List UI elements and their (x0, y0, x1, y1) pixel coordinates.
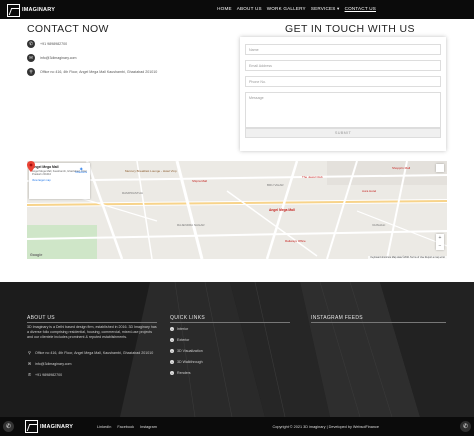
view-larger-map-link[interactable]: View larger map (32, 179, 87, 182)
google-map[interactable]: Angel Mega Mall Angel Mega Mall, Kausham… (27, 161, 447, 259)
bottom-bar: IMAGINARY LinkedIn Facebook Instagram Co… (0, 417, 474, 436)
quick-link-exterior[interactable]: › Exterior (170, 338, 189, 342)
nav-contact-us[interactable]: CONTACT US (345, 6, 376, 12)
map-marker-icon[interactable] (27, 161, 35, 172)
arrow-right-icon: › (170, 338, 174, 342)
footer-logo[interactable]: IMAGINARY (25, 420, 73, 433)
map-roads (27, 161, 447, 259)
call-icon[interactable]: ✆ (3, 421, 14, 432)
footer-about-text: 3D Imaginary is a Delhi based design fir… (27, 325, 157, 340)
linkedin-link[interactable]: LinkedIn (97, 425, 111, 429)
nav-home[interactable]: HOME (217, 6, 232, 12)
contact-address: Office no 416, 4th Floor, Angel Mega Mal… (40, 70, 158, 74)
phone-icon: ✆ (27, 40, 35, 48)
nav-work-gallery[interactable]: WORK GALLERY (267, 6, 306, 12)
contact-phone[interactable]: +91 9898982700 (40, 42, 67, 46)
map-label: RAMPRASTHA (122, 191, 143, 195)
copyright-text: Copyright © 2021 3D imaginary | Develope… (272, 425, 380, 429)
arrow-right-icon: › (170, 327, 174, 331)
logo-mark-icon (7, 3, 20, 17)
directions-label: Directions (75, 171, 87, 174)
quick-link-label: 3D Visualization (177, 349, 203, 353)
contact-title: CONTACT NOW (27, 23, 109, 35)
quick-link-3d-visualization[interactable]: › 3D Visualization (170, 349, 203, 353)
email-icon: ✉ (27, 54, 35, 62)
footer-email-row: ✉ info@3dimaginary.com (27, 361, 72, 366)
contact-phone-row: ✆ +91 9898982700 (27, 40, 67, 48)
footer-divider (27, 322, 157, 323)
arrow-right-icon: › (170, 360, 174, 364)
footer-quick-links-heading: QUICK LINKS (170, 315, 205, 321)
nav-about-us[interactable]: ABOUT US (237, 6, 262, 12)
fullscreen-icon[interactable] (436, 164, 444, 172)
footer-instagram-heading: INSTAGRAM FEEDS (311, 315, 363, 321)
message-field[interactable]: Message (245, 92, 441, 128)
email-field[interactable]: Email Address (245, 60, 441, 71)
zoom-in-button[interactable]: + (436, 234, 444, 242)
map-label: Shipra Mall (192, 179, 208, 183)
phone-field[interactable]: Phone No. (245, 76, 441, 87)
logo-text: IMAGINARY (40, 423, 74, 430)
contact-form: Name Email Address Phone No. Message SUB… (240, 37, 446, 151)
zoom-out-button[interactable]: − (436, 242, 444, 250)
google-logo: Google (30, 253, 43, 257)
top-navbar: IMAGINARY HOME ABOUT US WORK GALLERY SER… (0, 0, 474, 19)
submit-button[interactable]: SUBMIT (245, 128, 441, 138)
map-label: BRIJ VIHAR (267, 183, 284, 187)
social-links: LinkedIn Facebook Instagram (97, 425, 157, 429)
get-in-touch-title: GET IN TOUCH WITH US (285, 23, 415, 35)
quick-link-label: 3D Walkthrough (177, 360, 203, 364)
location-icon: ⚲ (27, 68, 35, 76)
quick-link-renders[interactable]: › Renders (170, 371, 191, 375)
map-label: The Jewel Club (302, 175, 323, 179)
map-label: Mercury Breakfast Lounge - Hotel Vinp (125, 169, 177, 173)
footer-phone-row: ✆ +91 9898982700 (27, 372, 62, 377)
map-attribution[interactable]: Keyboard shortcuts Map data ©2021 Terms … (368, 256, 447, 259)
quick-link-label: Renders (177, 371, 191, 375)
footer-address-row: ⚲ Office no 416, 4th Floor, Angel Mega M… (27, 350, 153, 355)
map-label: Shopprix Mall (392, 166, 411, 170)
map-label: RAJENDRA NAGAR (177, 223, 205, 227)
map-label: Aura Hotel (362, 189, 377, 193)
footer-about-heading: ABOUT US (27, 315, 55, 321)
name-field[interactable]: Name (245, 44, 441, 55)
arrow-right-icon: › (170, 371, 174, 375)
main-nav: HOME ABOUT US WORK GALLERY SERVICES ▾ CO… (217, 6, 376, 12)
map-label: Railways Office (285, 239, 306, 243)
footer-divider (170, 322, 290, 323)
footer-address: Office no 416, 4th Floor, Angel Mega Mal… (35, 350, 154, 355)
map-place-card: Angel Mega Mall Angel Mega Mall, Kausham… (29, 163, 90, 199)
footer-divider (311, 322, 446, 323)
logo-mark-icon (25, 420, 38, 433)
arrow-right-icon: › (170, 349, 174, 353)
map-pin-label: Angel Mega Mall (269, 208, 295, 212)
directions-link[interactable]: ◈ Directions (75, 166, 87, 174)
location-icon: ⚲ (28, 350, 31, 355)
footer-email[interactable]: info@3dimaginary.com (35, 362, 72, 366)
contact-email-row: ✉ info@3dimaginary.com (27, 54, 77, 62)
quick-link-3d-walkthrough[interactable]: › 3D Walkthrough (170, 360, 203, 364)
contact-email[interactable]: info@3dimaginary.com (40, 56, 77, 60)
facebook-link[interactable]: Facebook (117, 425, 134, 429)
footer-phone[interactable]: +91 9898982700 (35, 373, 62, 377)
quick-link-label: Exterior (177, 338, 190, 342)
email-icon: ✉ (27, 361, 32, 366)
nav-services[interactable]: SERVICES ▾ (311, 6, 340, 12)
map-label: VAISHALI (372, 223, 386, 227)
logo-text: IMAGINARY (22, 7, 56, 13)
phone-icon: ✆ (27, 372, 32, 377)
contact-address-row: ⚲ Office no 416, 4th Floor, Angel Mega M… (27, 68, 157, 76)
instagram-link[interactable]: Instagram (140, 425, 157, 429)
quick-link-label: Interior (177, 327, 189, 331)
quick-link-interior[interactable]: › Interior (170, 327, 188, 331)
whatsapp-icon[interactable]: ✆ (460, 421, 471, 432)
map-zoom-control: + − (436, 234, 444, 250)
site-logo[interactable]: IMAGINARY (7, 3, 55, 17)
footer: ABOUT US 3D Imaginary is a Delhi based d… (0, 282, 474, 417)
